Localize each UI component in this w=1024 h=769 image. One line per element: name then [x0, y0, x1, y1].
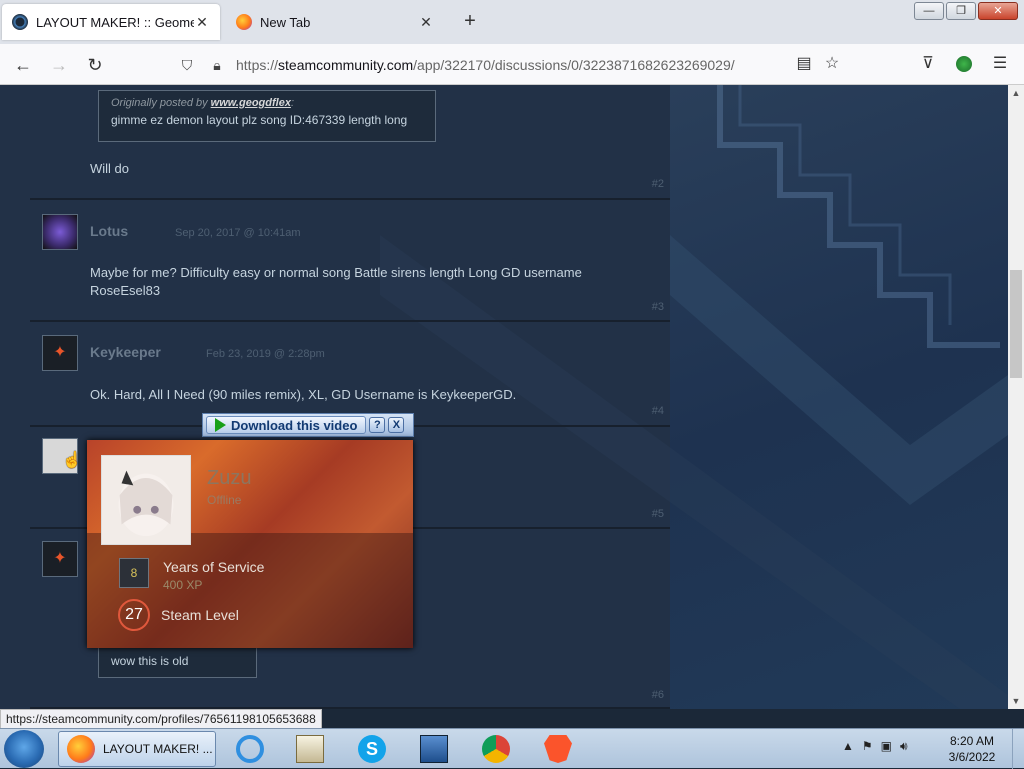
avatar[interactable]	[42, 214, 78, 250]
new-tab-button[interactable]: +	[458, 10, 482, 34]
author-name[interactable]: Keykeeper	[90, 344, 161, 360]
action-center-icon[interactable]: ⚑	[862, 739, 873, 754]
post-number[interactable]: #3	[652, 301, 664, 313]
start-button[interactable]	[4, 730, 44, 768]
post-2: Originally posted by www.geogdflex: gimm…	[30, 85, 670, 200]
taskbar-window-title: LAYOUT MAKER! ...	[103, 742, 213, 756]
fire-icon: ✦	[53, 550, 67, 567]
quote-block: wow this is old	[98, 646, 257, 678]
lock-icon[interactable]: 🔒︎	[206, 57, 228, 74]
tray-expand-icon[interactable]: ▲	[842, 739, 854, 754]
post-date: Feb 23, 2019 @ 2:28pm	[206, 348, 325, 360]
quote-text: wow this is old	[111, 654, 189, 668]
tab-new-tab[interactable]: New Tab ✕	[226, 4, 444, 40]
close-window-button[interactable]: ✕	[978, 2, 1018, 20]
tab-layout-maker[interactable]: LAYOUT MAKER! :: Geometry D ✕	[2, 4, 220, 40]
firefox-icon	[67, 735, 95, 763]
tab-close-icon[interactable]: ✕	[418, 14, 434, 31]
quote-block: Originally posted by www.geogdflex: gimm…	[98, 90, 436, 142]
post-number[interactable]: #5	[652, 508, 664, 520]
scroll-up-arrow-icon[interactable]: ▲	[1008, 85, 1024, 101]
avatar[interactable]: ✦	[42, 541, 78, 577]
close-download-bar-button[interactable]: X	[388, 417, 405, 433]
pocket-icon[interactable]: ⊽	[916, 52, 940, 76]
post-4: ✦ Keykeeper Feb 23, 2019 @ 2:28pm Ok. Ha…	[30, 322, 670, 427]
post-number[interactable]: #6	[652, 689, 664, 701]
url-bar[interactable]: ⛉ 🔒︎ https://steamcommunity.com/app/3221…	[176, 50, 856, 80]
show-desktop-button[interactable]	[1012, 729, 1024, 769]
quote-author-link[interactable]: www.geogdflex	[211, 97, 291, 109]
url-text[interactable]: https://steamcommunity.com/app/322170/di…	[236, 57, 735, 73]
bookmark-star-icon[interactable]: ☆	[820, 52, 844, 76]
post-number[interactable]: #4	[652, 405, 664, 417]
skype-icon[interactable]: S	[352, 731, 392, 767]
profile-avatar	[101, 455, 191, 545]
firefox-icon	[236, 14, 252, 30]
brave-icon[interactable]	[538, 731, 578, 767]
years-of-service-badge-icon: 8	[119, 558, 149, 588]
taskbar-firefox-window[interactable]: LAYOUT MAKER! ...	[58, 731, 216, 767]
post-body: Maybe for me? Difficulty easy or normal …	[90, 265, 582, 298]
cursor-hand-icon: ☝	[62, 452, 82, 469]
post-date: Sep 20, 2017 @ 10:41am	[175, 227, 301, 239]
clock-time: 8:20 AM	[949, 734, 995, 748]
restore-button[interactable]: ❐	[946, 2, 976, 20]
remote-desktop-icon[interactable]	[414, 731, 454, 767]
tab-title: LAYOUT MAKER! :: Geometry D	[36, 14, 194, 30]
extension-icon[interactable]	[952, 52, 976, 76]
post-number[interactable]: #2	[652, 178, 664, 190]
avatar[interactable]: ✦	[42, 335, 78, 371]
post-body: Will do	[90, 161, 130, 176]
scrollbar-thumb[interactable]	[1010, 270, 1022, 378]
profile-status: Offline	[207, 493, 242, 507]
internet-explorer-icon[interactable]	[230, 731, 270, 767]
clock-date: 3/6/2022	[948, 750, 996, 764]
chrome-icon[interactable]	[476, 731, 516, 767]
taskbar-clock[interactable]: 8:20 AM 3/6/2022	[942, 733, 1002, 765]
profile-name: Zuzu	[207, 467, 252, 489]
tracking-shield-icon[interactable]: ⛉	[176, 57, 198, 74]
reader-view-icon[interactable]: ▤	[792, 52, 816, 76]
scroll-down-arrow-icon[interactable]: ▼	[1008, 693, 1024, 709]
tab-title: New Tab	[260, 14, 311, 30]
network-icon[interactable]: ▣	[881, 739, 892, 754]
link-status-url: https://steamcommunity.com/profiles/7656…	[0, 709, 322, 729]
steam-icon	[12, 14, 28, 30]
browser-navbar: ← → ↻ ⛉ 🔒︎ https://steamcommunity.com/ap…	[0, 44, 1024, 85]
post-3: Lotus Sep 20, 2017 @ 10:41am Maybe for m…	[30, 202, 670, 322]
minimize-button[interactable]: —	[914, 2, 944, 20]
windows-explorer-icon[interactable]	[290, 731, 330, 767]
steam-level-badge: 27	[118, 599, 150, 631]
forward-icon[interactable]: →	[46, 52, 72, 78]
back-icon[interactable]: ←	[10, 52, 36, 78]
download-video-button[interactable]: Download this video	[206, 416, 367, 434]
page-scrollbar[interactable]: ▲ ▼	[1008, 85, 1024, 709]
post-body: Ok. Hard, All I Need (90 miles remix), X…	[90, 387, 517, 402]
browser-tabbar: LAYOUT MAKER! :: Geometry D ✕ New Tab ✕ …	[0, 0, 1024, 44]
years-of-service-label: Years of Service	[163, 559, 265, 575]
windows-taskbar: LAYOUT MAKER! ... S ▲ ⚑ ▣ 🔊︎ 8:20 AM 3/6…	[0, 728, 1024, 769]
help-button[interactable]: ?	[369, 417, 386, 433]
quote-text: gimme ez demon layout plz song ID:467339…	[111, 113, 408, 127]
tab-close-icon[interactable]: ✕	[194, 14, 210, 31]
quote-header: Originally posted by www.geogdflex:	[111, 97, 294, 109]
reload-icon[interactable]: ↻	[82, 52, 108, 78]
menu-icon[interactable]: ☰	[988, 52, 1012, 76]
system-tray: ▲ ⚑ ▣ 🔊︎	[842, 739, 908, 754]
volume-icon[interactable]: 🔊︎	[900, 739, 908, 754]
play-icon	[215, 418, 226, 432]
window-controls: — ❐ ✕	[914, 2, 1018, 20]
badge-xp: 400 XP	[163, 578, 203, 592]
profile-hover-card[interactable]: Zuzu Offline 8 Years of Service 400 XP 2…	[87, 440, 413, 648]
author-name[interactable]: Lotus	[90, 223, 128, 239]
steam-level-label: Steam Level	[161, 607, 239, 623]
download-video-bar: Download this video ? X	[202, 413, 414, 437]
fire-icon: ✦	[53, 344, 67, 361]
